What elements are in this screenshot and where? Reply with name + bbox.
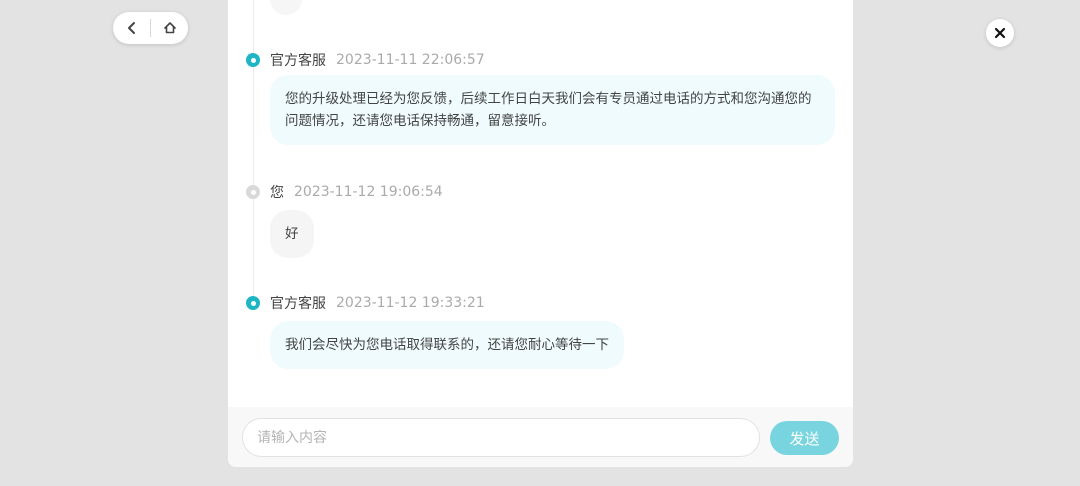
message-sender: 官方客服 xyxy=(270,53,326,69)
message-bubble: 您的升级处理已经为您反馈，后续工作日白天我们会有专员通过电话的方式和您沟通您的问… xyxy=(270,75,835,145)
back-button[interactable] xyxy=(113,12,150,44)
message-time: 2023-11-12 19:06:54 xyxy=(294,184,443,200)
close-button[interactable] xyxy=(986,19,1014,47)
composer-bar: 发送 xyxy=(228,407,853,467)
message-bubble: 好 xyxy=(270,210,314,258)
message-time: 2023-11-12 19:33:21 xyxy=(336,295,485,311)
chevron-left-icon xyxy=(127,22,135,34)
user-dot-icon xyxy=(246,185,260,199)
timeline-line xyxy=(253,0,254,300)
close-icon xyxy=(994,27,1006,39)
message-sender: 您 xyxy=(270,185,284,201)
message-sender: 官方客服 xyxy=(270,296,326,312)
message-header: 官方客服 2023-11-12 19:33:21 xyxy=(246,293,485,313)
agent-dot-icon xyxy=(246,296,260,310)
nav-capsule xyxy=(113,12,188,44)
message-header: 官方客服 2023-11-11 22:06:57 xyxy=(246,50,485,70)
chat-panel: 官方客服 2023-11-11 22:06:57 您的升级处理已经为您反馈，后续… xyxy=(228,0,853,467)
agent-dot-icon xyxy=(246,53,260,67)
home-button[interactable] xyxy=(151,12,188,44)
send-button[interactable]: 发送 xyxy=(770,421,839,455)
previous-message-bubble xyxy=(270,0,302,15)
home-icon xyxy=(163,22,176,34)
message-time: 2023-11-11 22:06:57 xyxy=(336,52,485,68)
message-header: 您 2023-11-12 19:06:54 xyxy=(246,182,443,202)
message-input[interactable] xyxy=(242,418,760,457)
message-bubble: 我们会尽快为您电话取得联系的，还请您耐心等待一下 xyxy=(270,321,624,369)
